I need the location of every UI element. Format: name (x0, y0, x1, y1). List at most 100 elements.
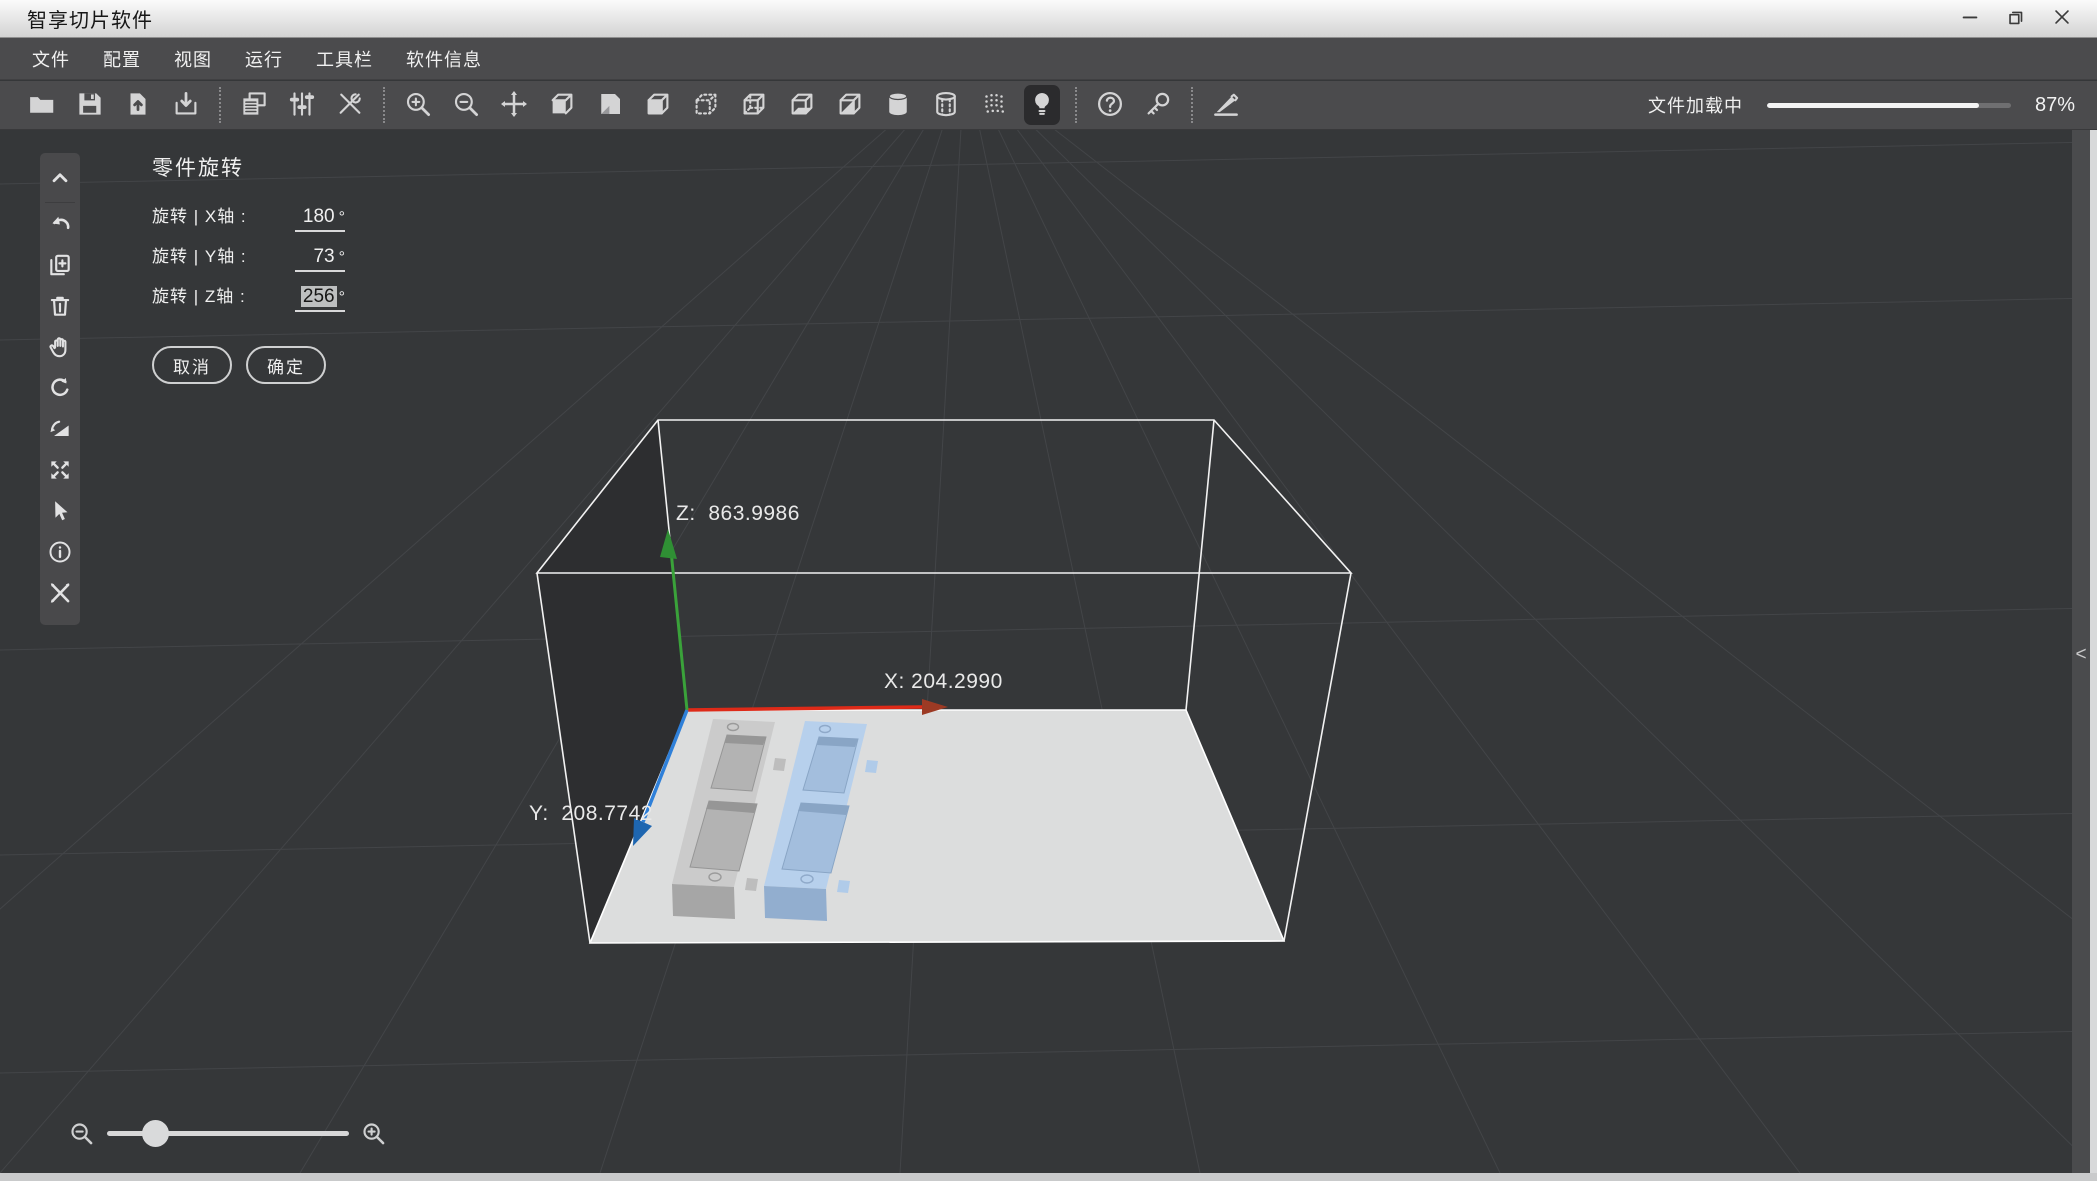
light-button[interactable] (1024, 85, 1060, 125)
rotation-row-x: 旋转 | X轴 : 180 ° (152, 202, 412, 242)
export-model-button[interactable] (168, 85, 204, 125)
collapse-up-button[interactable] (42, 159, 78, 200)
move-model-button[interactable] (496, 85, 532, 125)
toolbar-icon-groups (24, 85, 1244, 125)
cylinder-solid-button[interactable] (880, 85, 916, 125)
zoom-in-icon (403, 89, 433, 122)
rotate-icon (47, 375, 73, 404)
collapse-up-icon (47, 165, 73, 194)
rotation-row-y: 旋转 | Y轴 : 73 ° (152, 242, 412, 282)
toolbar-separator (1075, 87, 1077, 123)
repair-icon (47, 580, 73, 609)
minimize-icon (1959, 6, 1981, 31)
zoom-in-button[interactable] (400, 85, 436, 125)
view-face-button[interactable] (640, 85, 676, 125)
select-cursor-button[interactable] (42, 492, 78, 533)
import-model-button[interactable] (120, 85, 156, 125)
cylinder-wireframe-button[interactable] (928, 85, 964, 125)
help-button[interactable] (1092, 85, 1128, 125)
save-file-icon (75, 89, 105, 122)
panel-collapse-chevron[interactable]: < (2074, 644, 2088, 666)
adjust-params-icon (287, 89, 317, 122)
minimize-button[interactable] (1955, 5, 1985, 33)
slice-brush-button[interactable] (1208, 85, 1244, 125)
fit-view-button[interactable] (42, 451, 78, 492)
light-icon (1027, 89, 1057, 122)
view-hidden-icon (739, 89, 769, 122)
open-file-icon (27, 89, 57, 122)
rotation-value-z[interactable]: 256 (300, 286, 337, 307)
cylinder-wireframe-icon (931, 89, 961, 122)
repair-button[interactable] (42, 574, 78, 615)
restore-button[interactable] (2001, 5, 2031, 33)
menu-item-4[interactable]: 运行 (245, 46, 283, 72)
view-flip-icon (595, 89, 625, 122)
cylinder-solid-icon (883, 89, 913, 122)
right-panel-edge (2090, 130, 2097, 1173)
rotation-row-z: 旋转 | Z轴 : 256 ° (152, 282, 412, 322)
bottom-edge-strip (0, 1173, 2097, 1181)
tools-button[interactable] (332, 85, 368, 125)
loading-progress-bar (1766, 102, 2011, 108)
export-model-icon (171, 89, 201, 122)
duplicate-icon (47, 252, 73, 281)
pan-hand-button[interactable] (42, 328, 78, 369)
rotation-field-y[interactable]: 73 ° (295, 246, 345, 272)
save-file-button[interactable] (72, 85, 108, 125)
info-icon (47, 539, 73, 568)
undo-icon (47, 211, 73, 240)
menu-item-1[interactable]: 文件 (32, 46, 70, 72)
confirm-button[interactable]: 确定 (246, 346, 326, 384)
view-dotted-icon (691, 89, 721, 122)
mirror-rotate-icon (47, 416, 73, 445)
key-button[interactable] (1140, 85, 1176, 125)
toolbar-group-3 (400, 85, 1060, 125)
point-cloud-icon (979, 89, 1009, 122)
zoom-out-icon[interactable] (68, 1120, 95, 1152)
view-solid-button[interactable] (544, 85, 580, 125)
view-section-button[interactable] (832, 85, 868, 125)
view-flip-button[interactable] (592, 85, 628, 125)
info-button[interactable] (42, 533, 78, 574)
menu-item-2[interactable]: 配置 (103, 46, 141, 72)
degree-symbol: ° (338, 209, 345, 226)
view-dotted-button[interactable] (688, 85, 724, 125)
zoom-out-button[interactable] (448, 85, 484, 125)
menu-item-6[interactable]: 软件信息 (406, 46, 482, 72)
menubar: 文件 配置 视图 运行 工具栏 软件信息 (0, 38, 2097, 80)
rotation-value-y[interactable]: 73 (311, 246, 336, 267)
undo-button[interactable] (42, 205, 78, 246)
menu-item-5[interactable]: 工具栏 (316, 46, 373, 72)
view-section-icon (835, 89, 865, 122)
viewport-zoom-control (68, 1112, 390, 1156)
adjust-params-button[interactable] (284, 85, 320, 125)
toolbar-group-1 (24, 85, 204, 125)
view-bottom-button[interactable] (784, 85, 820, 125)
import-model-icon (123, 89, 153, 122)
restore-icon (2005, 6, 2027, 31)
zoom-in-icon[interactable] (360, 1120, 387, 1152)
open-file-button[interactable] (24, 85, 60, 125)
menu-item-3[interactable]: 视图 (174, 46, 212, 72)
rotation-value-x[interactable]: 180 (301, 206, 337, 227)
point-cloud-button[interactable] (976, 85, 1012, 125)
zoom-slider-handle[interactable] (142, 1120, 170, 1147)
close-button[interactable] (2047, 5, 2077, 33)
slice-brush-icon (1211, 89, 1241, 122)
window-title: 智享切片软件 (27, 10, 153, 32)
delete-button[interactable] (42, 287, 78, 328)
view-hidden-button[interactable] (736, 85, 772, 125)
fit-view-icon (47, 457, 73, 486)
titlebar: 智享切片软件 (0, 0, 2097, 38)
mirror-rotate-button[interactable] (42, 410, 78, 451)
rotation-field-x[interactable]: 180 ° (295, 206, 345, 232)
rotate-button[interactable] (42, 369, 78, 410)
loading-percent: 87% (2034, 93, 2075, 116)
zoom-out-icon (451, 89, 481, 122)
toolbar-separator (219, 87, 221, 123)
rotation-field-z[interactable]: 256 ° (295, 286, 345, 312)
toolbar-group-2 (236, 85, 368, 125)
duplicate-button[interactable] (42, 246, 78, 287)
copy-plate-button[interactable] (236, 85, 272, 125)
cancel-button[interactable]: 取消 (152, 346, 232, 384)
